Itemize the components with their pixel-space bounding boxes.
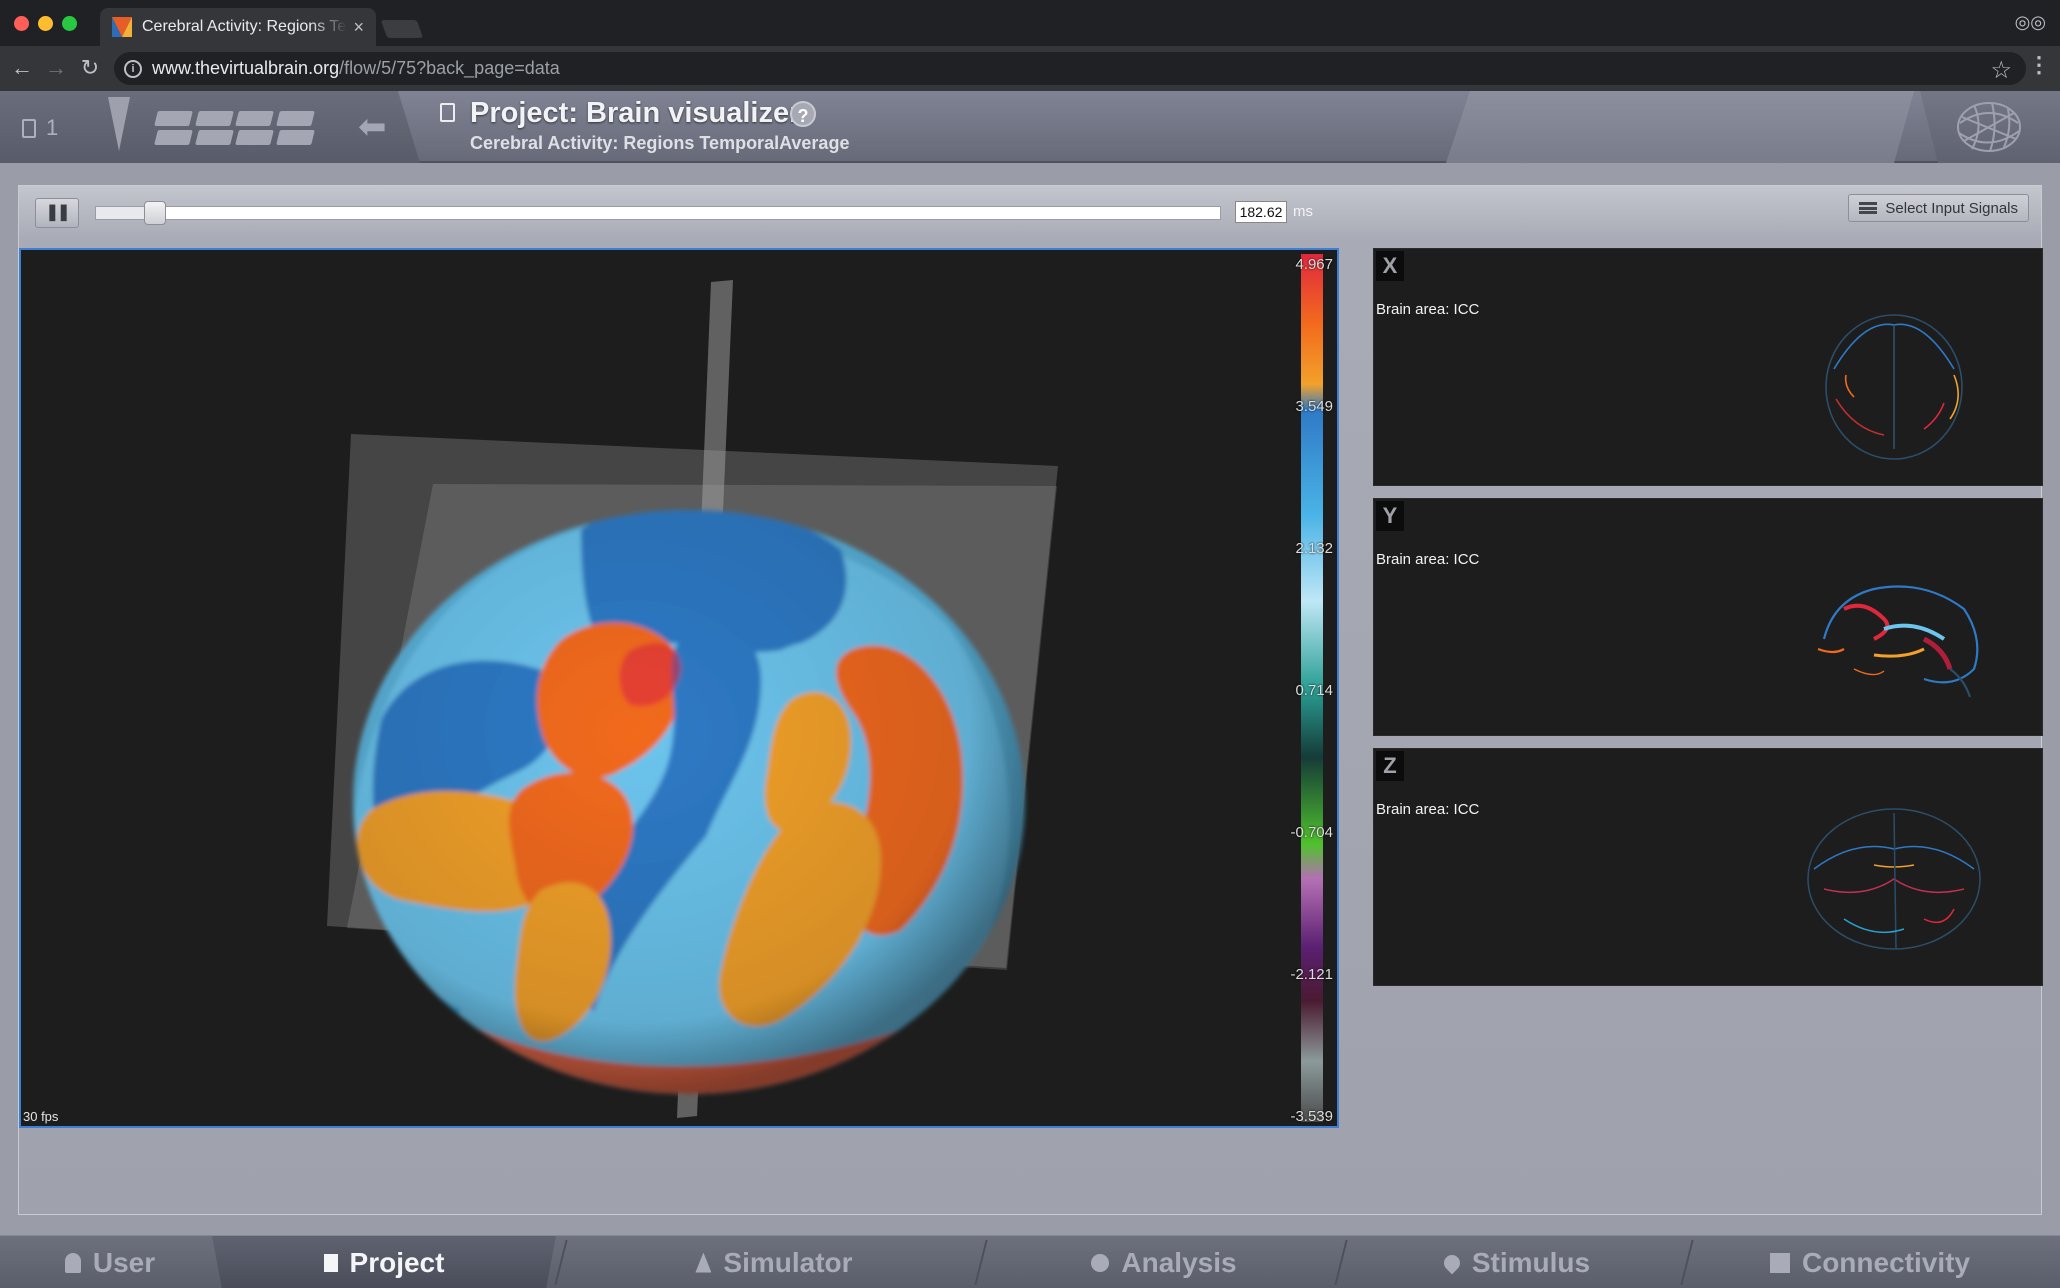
visualizer-panel: ❚❚ 182.62 ms Select Input Signals 4.967 … <box>18 185 2043 1215</box>
legend-tick-label: -0.704 <box>1290 824 1333 841</box>
slice-axis-label: Z <box>1376 751 1404 781</box>
slice-view-z[interactable]: Z Brain area: ICC <box>1373 748 2043 986</box>
incognito-icon[interactable]: ◎◎ <box>2015 12 2046 33</box>
document-icon <box>22 118 36 138</box>
page-subtitle: Cerebral Activity: Regions TemporalAvera… <box>470 133 850 153</box>
browser-tab[interactable]: Cerebral Activity: Regions TemporalAvera… <box>100 8 376 46</box>
document-icon <box>324 1254 338 1272</box>
nav-simulator[interactable]: Simulator <box>574 1236 974 1288</box>
slice-views: X Brain area: ICC Y Brain area: ICC Z Br… <box>1373 248 2043 988</box>
project-document-icon <box>440 103 455 122</box>
fps-counter: 30 fps <box>23 1109 59 1124</box>
brain-canvas[interactable] <box>21 250 1337 1126</box>
network-icon <box>1769 1252 1790 1273</box>
nav-stimulus[interactable]: Stimulus <box>1354 1236 1680 1288</box>
tab-close-icon[interactable]: × <box>353 17 364 38</box>
nav-stimulus-label: Stimulus <box>1471 1246 1591 1278</box>
gear-icon <box>1091 1253 1110 1272</box>
slice-brain-area: Brain area: ICC <box>1376 551 1480 568</box>
legend-tick-label: -2.121 <box>1290 966 1333 983</box>
browser-tabstrip: Cerebral Activity: Regions TemporalAvera… <box>0 0 2060 46</box>
nav-analysis-label: Analysis <box>1121 1246 1237 1278</box>
address-bar[interactable]: i www.thevirtualbrain.org/flow/5/75?back… <box>114 52 2026 85</box>
bottom-navigation: User Project Simulator Analysis Stimulus… <box>0 1235 2060 1288</box>
app-header: 1 ⬅ Project: Brain visualizer ? Cerebral… <box>0 91 2060 163</box>
nav-user-label: User <box>92 1246 156 1278</box>
browser-toolbar: ← → ↻ i www.thevirtualbrain.org/flow/5/7… <box>0 46 2060 91</box>
time-unit: ms <box>1293 203 1313 220</box>
nav-separator <box>974 1240 988 1285</box>
nav-project-label: Project <box>349 1246 445 1278</box>
slice-z-image <box>1807 808 1981 950</box>
nav-analysis[interactable]: Analysis <box>994 1236 1334 1288</box>
grid-view-icon[interactable] <box>154 111 314 145</box>
back-icon[interactable]: ← <box>8 54 36 82</box>
url-path: /flow/5/75?back_page=data <box>339 58 560 78</box>
slice-y-image <box>1817 585 1979 698</box>
nav-project[interactable]: Project <box>212 1236 556 1288</box>
operations-counter[interactable]: 1 <box>22 115 58 141</box>
legend-tick-label: -3.539 <box>1290 1108 1333 1125</box>
nav-connectivity-label: Connectivity <box>1801 1246 1971 1278</box>
list-icon <box>1859 202 1878 214</box>
brain-3d-viewer[interactable]: 4.967 3.549 2.132 0.714 -0.704 -2.121 -3.539 3… <box>19 248 1339 1128</box>
forward-icon[interactable]: → <box>42 54 70 82</box>
brain-logo-icon[interactable] <box>1954 99 2024 155</box>
header-logo-area <box>1920 91 2060 163</box>
legend-tick-label: 0.714 <box>1295 682 1333 699</box>
header-slab <box>1446 91 1914 163</box>
bookmark-star-icon[interactable]: ☆ <box>1990 56 2012 85</box>
playback-controls: ❚❚ 182.62 ms Select Input Signals <box>19 186 2041 240</box>
url-host: www.thevirtualbrain.org <box>152 58 340 78</box>
slice-brain-area: Brain area: ICC <box>1376 801 1480 818</box>
main-area: ❚❚ 182.62 ms Select Input Signals 4.967 … <box>0 163 2060 1235</box>
new-tab-button[interactable] <box>380 20 424 38</box>
browser-menu-icon[interactable]: ⋮ <box>2028 52 2050 78</box>
legend-tick-label: 3.549 <box>1295 398 1333 415</box>
time-slider[interactable] <box>95 201 1221 225</box>
slice-axis-label: Y <box>1376 501 1404 531</box>
time-input[interactable]: 182.62 <box>1235 201 1287 223</box>
time-slider-handle[interactable] <box>144 201 166 225</box>
select-input-signals-label: Select Input Signals <box>1885 199 2018 217</box>
select-input-signals-button[interactable]: Select Input Signals <box>1848 194 2029 222</box>
nav-separator <box>554 1240 568 1285</box>
operations-count: 1 <box>46 115 59 140</box>
tvb-favicon-icon <box>112 17 132 37</box>
filter-icon[interactable] <box>108 97 130 151</box>
nav-separator <box>1334 1240 1348 1285</box>
header-left-section: 1 ⬅ <box>0 91 420 163</box>
nav-connectivity[interactable]: Connectivity <box>1700 1236 2040 1288</box>
nav-user[interactable]: User <box>30 1236 190 1288</box>
site-info-icon[interactable]: i <box>124 59 142 78</box>
tab-title: Cerebral Activity: Regions TemporalAvera… <box>142 18 347 35</box>
pin-icon <box>1440 1251 1464 1274</box>
slice-view-y[interactable]: Y Brain area: ICC <box>1373 498 2043 736</box>
legend-tick-label: 2.132 <box>1295 540 1333 557</box>
minimize-window-button[interactable] <box>38 16 53 31</box>
slice-axis-label: X <box>1376 251 1404 281</box>
close-window-button[interactable] <box>14 16 29 31</box>
slice-view-x[interactable]: X Brain area: ICC <box>1373 248 2043 486</box>
slice-x-image <box>1825 314 1963 460</box>
legend-tick-label: 4.967 <box>1295 256 1333 273</box>
nav-simulator-label: Simulator <box>723 1246 853 1278</box>
back-arrow-icon[interactable]: ⬅ <box>358 107 387 147</box>
pause-button[interactable]: ❚❚ <box>35 198 79 228</box>
nav-separator <box>1680 1240 1694 1285</box>
slice-brain-area: Brain area: ICC <box>1376 301 1480 318</box>
user-icon <box>64 1252 81 1273</box>
reload-icon[interactable]: ↻ <box>76 54 104 82</box>
help-icon[interactable]: ? <box>790 101 816 127</box>
maximize-window-button[interactable] <box>62 16 77 31</box>
page-title: Project: Brain visualizer <box>470 97 801 129</box>
rocket-icon <box>695 1252 712 1273</box>
